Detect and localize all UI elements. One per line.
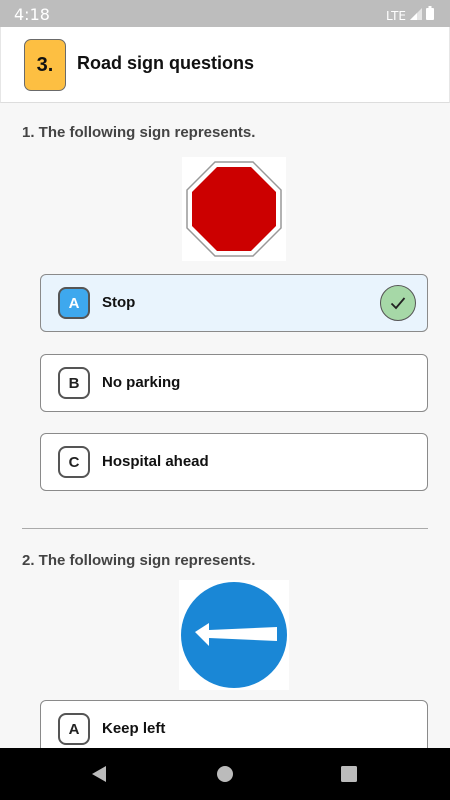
back-icon[interactable]: [87, 762, 111, 786]
option-label: Stop: [102, 294, 136, 311]
option-c-hospital-ahead[interactable]: C Hospital ahead: [40, 433, 428, 491]
status-time: 4:18: [14, 5, 50, 24]
network-type: LTE: [386, 8, 406, 23]
option-letter: B: [58, 367, 90, 399]
divider: [22, 528, 428, 529]
option-label: No parking: [102, 374, 181, 391]
option-label: Hospital ahead: [102, 453, 209, 470]
status-bar: 4:18 LTE: [0, 0, 450, 27]
question-list[interactable]: 1. The following sign represents. A Stop…: [0, 104, 450, 748]
keep-left-sign-image: [179, 580, 289, 690]
battery-icon: [426, 6, 434, 25]
header: 3. Road sign questions: [0, 27, 450, 103]
signal-icon: [410, 7, 422, 25]
stop-sign-image: [182, 157, 286, 261]
checkmark-icon: [380, 285, 416, 321]
option-b-no-parking[interactable]: B No parking: [40, 354, 428, 412]
option-letter: A: [58, 287, 90, 319]
question-title: 1. The following sign represents.: [22, 124, 256, 141]
home-icon[interactable]: [213, 762, 237, 786]
navigation-bar: [0, 748, 450, 800]
option-a-stop[interactable]: A Stop: [40, 274, 428, 332]
question-title: 2. The following sign represents.: [22, 552, 256, 569]
question-number-badge: 3.: [24, 39, 66, 91]
option-letter: A: [58, 713, 90, 745]
option-letter: C: [58, 446, 90, 478]
recents-icon[interactable]: [337, 762, 361, 786]
page-title: Road sign questions: [77, 53, 255, 73]
option-a-keep-left[interactable]: A Keep left: [40, 700, 428, 748]
option-label: Keep left: [102, 720, 166, 737]
status-icons: LTE: [386, 6, 434, 25]
